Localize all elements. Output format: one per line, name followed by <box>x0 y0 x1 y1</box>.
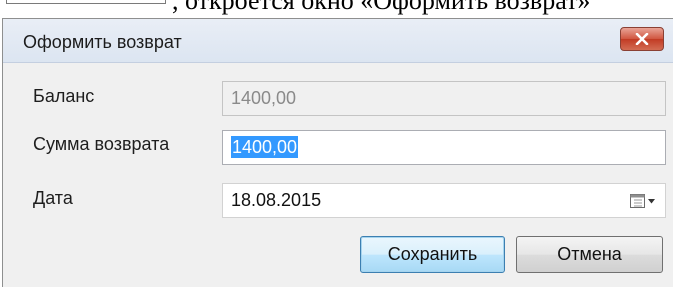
refund-dialog: Оформить возврат Баланс 1400,00 Сумма во… <box>2 18 673 287</box>
calendar-dropdown-icon[interactable] <box>629 193 657 209</box>
refund-amount-input[interactable]: 1400,00 <box>222 130 666 165</box>
date-picker-field[interactable]: 18.08.2015 <box>222 183 666 218</box>
refund-amount-label: Сумма возврата <box>33 134 170 154</box>
balance-field: 1400,00 <box>222 81 666 116</box>
document-fragment: , откроется окно «Оформить возврат» <box>0 0 673 18</box>
refund-amount-value: 1400,00 <box>231 136 299 158</box>
close-icon <box>635 33 649 45</box>
cancel-button[interactable]: Отмена <box>516 236 663 273</box>
dialog-title: Оформить возврат <box>23 32 182 52</box>
document-frame-edge <box>6 0 166 4</box>
close-button[interactable] <box>620 27 664 51</box>
document-text: , откроется окно «Оформить возврат» <box>172 0 591 15</box>
balance-label: Баланс <box>33 86 95 106</box>
date-value: 18.08.2015 <box>231 190 322 210</box>
save-button[interactable]: Сохранить <box>360 236 505 273</box>
date-label: Дата <box>33 188 73 208</box>
balance-value: 1400,00 <box>231 88 297 108</box>
dialog-titlebar[interactable]: Оформить возврат <box>3 19 673 63</box>
